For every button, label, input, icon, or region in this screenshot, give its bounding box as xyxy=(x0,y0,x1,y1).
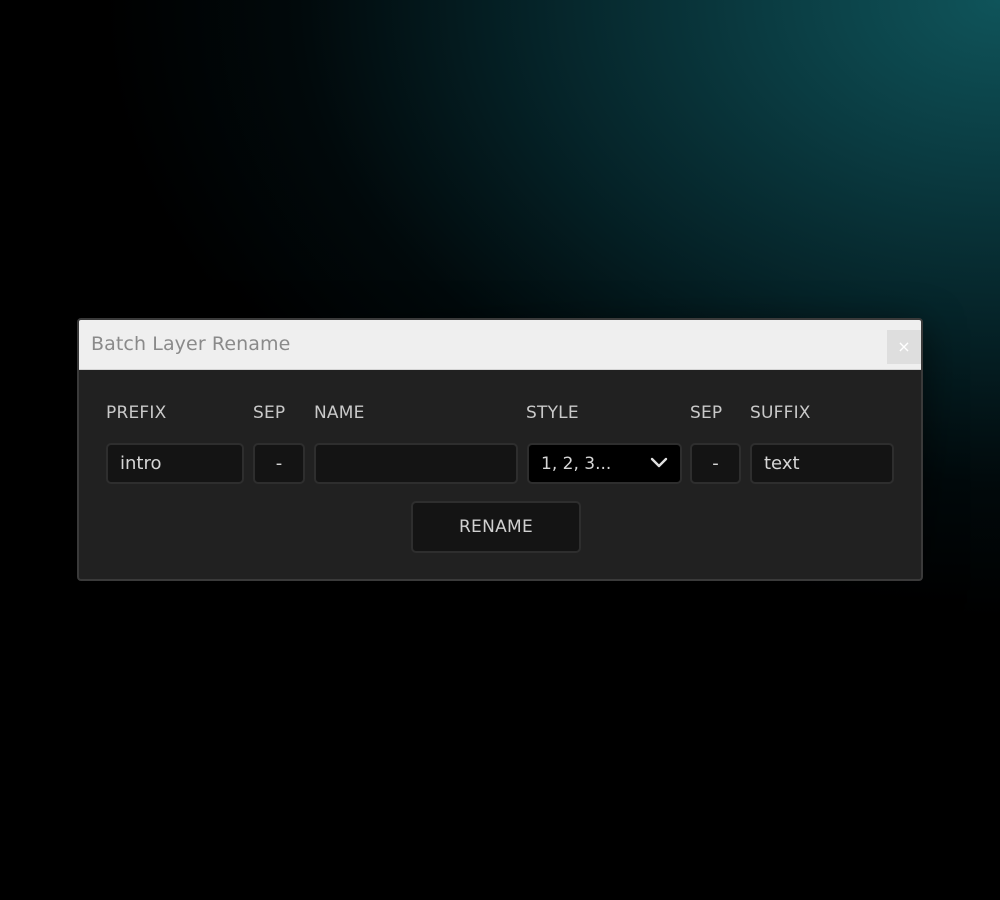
prefix-label: PREFIX xyxy=(106,403,167,423)
sep-label-1: SEP xyxy=(253,403,286,423)
close-icon: × xyxy=(897,337,911,356)
style-label: STYLE xyxy=(526,403,579,423)
prefix-input[interactable] xyxy=(106,443,244,484)
dialog-titlebar[interactable]: Batch Layer Rename × xyxy=(79,320,921,370)
style-select-value: 1, 2, 3... xyxy=(541,454,612,474)
name-input[interactable] xyxy=(314,443,518,484)
dialog-title: Batch Layer Rename xyxy=(91,333,291,355)
suffix-label: SUFFIX xyxy=(750,403,811,423)
separator-input-2[interactable] xyxy=(690,443,741,484)
name-label: NAME xyxy=(314,403,365,423)
separator-input-1[interactable] xyxy=(253,443,305,484)
batch-rename-dialog: Batch Layer Rename × PREFIX SEP NAME STY… xyxy=(77,318,923,581)
close-button[interactable]: × xyxy=(887,330,921,364)
suffix-input[interactable] xyxy=(750,443,894,484)
style-select[interactable]: 1, 2, 3... xyxy=(527,443,682,484)
chevron-down-icon xyxy=(650,457,668,468)
rename-button[interactable]: RENAME xyxy=(411,501,581,553)
sep-label-2: SEP xyxy=(690,403,723,423)
